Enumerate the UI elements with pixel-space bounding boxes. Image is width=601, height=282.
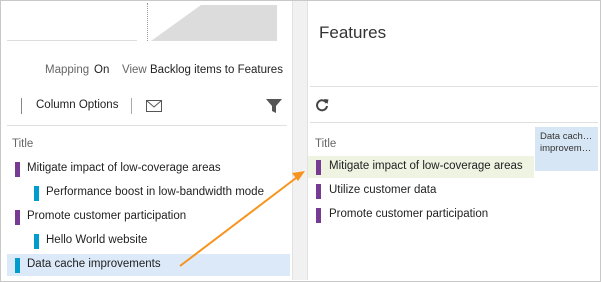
backlog-row-title: Promote customer participation: [27, 210, 187, 222]
backlog-row[interactable]: Hello World website: [7, 230, 290, 252]
backlog-row-selected[interactable]: Data cache improvements: [7, 254, 290, 276]
backlog-toolbar: Column Options: [1, 93, 292, 121]
drag-preview-tile: Data cach… improvem…: [535, 127, 598, 171]
backlog-item-color-bar: [34, 186, 39, 201]
feature-row[interactable]: Promote customer participation: [308, 204, 598, 226]
header-graphic: [151, 5, 277, 41]
feature-row-title: Promote customer participation: [329, 208, 489, 220]
backlog-item-color-bar: [34, 234, 39, 249]
filter-icon[interactable]: [266, 98, 282, 114]
view-label: View: [122, 64, 147, 76]
feature-color-bar: [15, 210, 20, 225]
refresh-icon[interactable]: [315, 98, 329, 112]
backlog-row[interactable]: Performance boost in low-bandwidth mode: [7, 182, 290, 204]
column-header-title[interactable]: Title: [12, 138, 33, 150]
dotted-divider: [147, 3, 148, 41]
mapping-label: Mapping: [45, 64, 90, 76]
backlog-pane: Mapping On View Backlog items to Feature…: [1, 1, 292, 280]
toolbar-divider: [7, 125, 287, 126]
feature-color-bar: [316, 160, 321, 175]
feature-row-title: Mitigate impact of low-coverage areas: [329, 160, 523, 172]
backlog-row-title: Performance boost in low-bandwidth mode: [46, 186, 264, 198]
header-underline: [7, 40, 137, 41]
pane-divider: [310, 122, 598, 123]
view-selector[interactable]: Backlog items to Features: [150, 64, 283, 76]
feature-row-drop-target[interactable]: Mitigate impact of low-coverage areas: [308, 156, 534, 178]
backlog-row-title: Data cache improvements: [27, 258, 161, 270]
feature-color-bar: [15, 162, 20, 177]
mail-icon[interactable]: [146, 100, 162, 112]
header-strip: [1, 1, 292, 47]
features-pane: Features Title Data cach… improvem… Miti…: [308, 1, 600, 280]
feature-row[interactable]: Utilize customer data: [308, 180, 598, 202]
drag-preview-text: Data cach…: [540, 131, 593, 142]
column-options-button[interactable]: Column Options: [36, 99, 118, 111]
backlog-row-title: Mitigate impact of low-coverage areas: [27, 162, 221, 174]
mapping-toggle[interactable]: On: [94, 64, 109, 76]
mapping-view-row: Mapping On View Backlog items to Feature…: [1, 64, 292, 80]
features-pane-title: Features: [319, 23, 387, 42]
column-header-title[interactable]: Title: [315, 138, 336, 150]
feature-color-bar: [316, 184, 321, 199]
toolbar-separator: [131, 98, 132, 114]
feature-color-bar: [316, 208, 321, 223]
drag-preview-text: improvem…: [540, 143, 592, 154]
pane-divider: [310, 86, 598, 87]
backlog-item-color-bar: [15, 258, 20, 273]
pane-splitter[interactable]: [292, 1, 308, 280]
backlog-row[interactable]: Mitigate impact of low-coverage areas: [7, 158, 290, 180]
backlog-row[interactable]: Promote customer participation: [7, 206, 290, 228]
feature-row-title: Utilize customer data: [329, 184, 437, 196]
toolbar-separator: [21, 98, 22, 114]
backlog-row-title: Hello World website: [46, 234, 148, 246]
